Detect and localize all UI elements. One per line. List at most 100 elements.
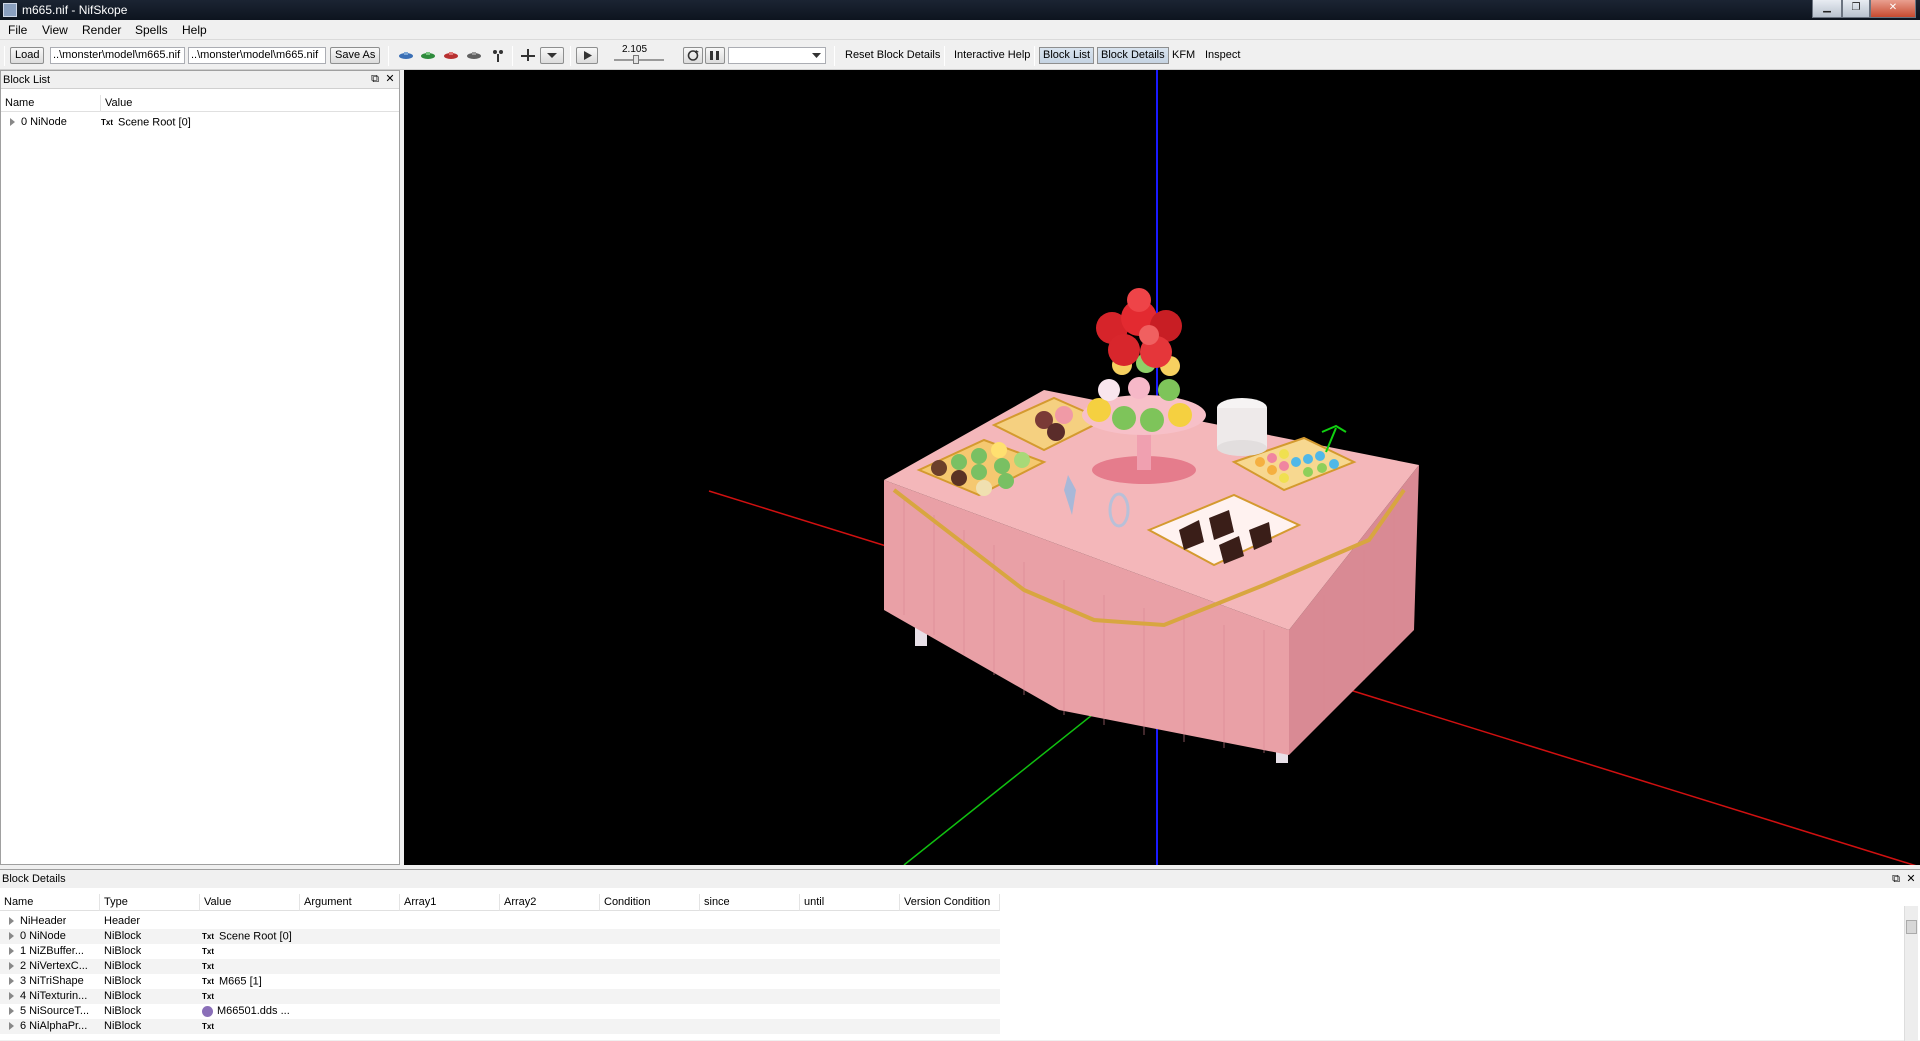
column-version-condition[interactable]: Version Condition [900, 894, 1000, 911]
table-row[interactable]: 2 NiVertexC... NiBlock Txt [0, 959, 1000, 974]
reset-block-details-button[interactable]: Reset Block Details [845, 49, 940, 61]
column-type[interactable]: Type [100, 894, 200, 911]
block-details-panel: Block Details ⧉ ✕ Name Type Value Argume… [0, 869, 1920, 1041]
column-array1[interactable]: Array1 [400, 894, 500, 911]
view-side-icon[interactable] [443, 48, 459, 62]
load-path-input[interactable]: ..\monster\model\m665.nif [50, 47, 185, 64]
inspect-button[interactable]: Inspect [1205, 49, 1240, 61]
row-type: NiBlock [104, 945, 142, 957]
table-row[interactable]: NiHeader Header [0, 914, 1000, 929]
block-details-header: Name Type Value Argument Array1 Array2 C… [0, 894, 1000, 911]
render-viewport[interactable] [404, 70, 1920, 865]
expand-arrow-icon[interactable] [9, 962, 14, 971]
table-row[interactable]: 6 NiAlphaPr... NiBlock Txt [0, 1019, 1000, 1034]
menu-render[interactable]: Render [82, 23, 121, 37]
expand-arrow-icon[interactable] [9, 992, 14, 1001]
loop-icon [687, 50, 699, 61]
row-type: NiBlock [104, 960, 142, 972]
expand-arrow-icon[interactable] [9, 1007, 14, 1016]
play-animation-button[interactable] [576, 47, 598, 64]
time-slider-handle[interactable] [633, 55, 639, 64]
row-name: 0 NiNode [21, 116, 67, 128]
dock-close-icon[interactable]: ✕ [384, 73, 396, 85]
kfm-button[interactable]: KFM [1172, 49, 1195, 61]
view-front-icon[interactable] [420, 48, 436, 62]
row-value: Scene Root [0] [118, 116, 191, 129]
table-row[interactable]: 4 NiTexturin... NiBlock Txt [0, 989, 1000, 1004]
load-button[interactable]: Load [10, 47, 45, 64]
menu-bar: File View Render Spells Help [0, 20, 1920, 40]
vertical-scrollbar[interactable] [1904, 906, 1918, 1041]
switch-icon [710, 51, 719, 60]
toolbar-separator [1034, 46, 1035, 66]
column-until[interactable]: until [800, 894, 900, 911]
column-name[interactable]: Name [0, 894, 100, 911]
row-type: NiBlock [104, 990, 142, 1002]
column-value[interactable]: Value [200, 894, 300, 911]
txt-icon: Txt [202, 992, 214, 1001]
axes-icon[interactable] [520, 48, 536, 62]
expand-arrow-icon[interactable] [9, 917, 14, 926]
walk-mode-icon[interactable] [490, 48, 506, 62]
menu-view[interactable]: View [42, 23, 68, 37]
row-name: NiHeader [20, 915, 67, 927]
column-name[interactable]: Name [1, 95, 101, 112]
expand-arrow-icon[interactable] [10, 118, 15, 127]
switch-button[interactable] [705, 47, 725, 64]
expand-arrow-icon[interactable] [9, 1022, 14, 1031]
block-details-toggle[interactable]: Block Details [1097, 47, 1169, 64]
expand-arrow-icon[interactable] [9, 947, 14, 956]
toolbar-separator [512, 46, 513, 66]
toolbar-separator [834, 46, 835, 66]
row-type: NiBlock [104, 1020, 142, 1032]
menu-spells[interactable]: Spells [135, 23, 168, 37]
dock-float-icon[interactable]: ⧉ [369, 73, 381, 85]
save-as-button[interactable]: Save As [330, 47, 381, 64]
dock-float-icon[interactable]: ⧉ [1890, 873, 1902, 885]
texture-icon [202, 1005, 213, 1017]
table-row[interactable]: 1 NiZBuffer... NiBlock Txt [0, 944, 1000, 959]
row-name: 5 NiSourceT... [20, 1005, 90, 1017]
app-icon [3, 3, 17, 17]
scrollbar-thumb[interactable] [1906, 920, 1917, 934]
view-menu-dropdown[interactable] [540, 47, 564, 64]
main-toolbar: Load ..\monster\model\m665.nif ..\monste… [0, 40, 1920, 70]
row-value: Scene Root [0] [219, 930, 292, 943]
save-path-input[interactable]: ..\monster\model\m665.nif [188, 47, 326, 64]
column-array2[interactable]: Array2 [500, 894, 600, 911]
row-name: 3 NiTriShape [20, 975, 84, 987]
tree-row-ninode[interactable]: 0 NiNode [10, 115, 67, 130]
menu-help[interactable]: Help [182, 23, 207, 37]
row-name: 1 NiZBuffer... [20, 945, 84, 957]
table-row[interactable]: 5 NiSourceT... NiBlock M66501.dds ... [0, 1004, 1000, 1019]
column-since[interactable]: since [700, 894, 800, 911]
time-slider[interactable] [614, 55, 664, 64]
expand-arrow-icon[interactable] [9, 977, 14, 986]
txt-icon: Txt [202, 977, 214, 986]
row-value: M66501.dds ... [217, 1005, 290, 1017]
column-value[interactable]: Value [101, 95, 399, 112]
row-name: 0 NiNode [20, 930, 66, 942]
time-value: 2.105 [622, 44, 648, 55]
block-list-panel: Block List ⧉ ✕ Name Value 0 NiNode Txt Sc… [0, 70, 400, 865]
row-name: 2 NiVertexC... [20, 960, 88, 972]
block-list-toggle[interactable]: Block List [1039, 47, 1095, 64]
minimize-button[interactable]: ▁ [1812, 0, 1842, 18]
toolbar-separator [570, 46, 571, 66]
column-condition[interactable]: Condition [600, 894, 700, 911]
block-list-title: Block List [1, 71, 399, 89]
expand-arrow-icon[interactable] [9, 932, 14, 941]
view-user-icon[interactable] [466, 48, 482, 62]
maximize-button[interactable]: ❐ [1842, 0, 1870, 18]
row-type: NiBlock [104, 975, 142, 987]
table-row[interactable]: 3 NiTriShape NiBlock Txt M665 [1] [0, 974, 1000, 989]
scene-render [708, 70, 1917, 865]
view-top-icon[interactable] [398, 48, 414, 62]
dock-close-icon[interactable]: ✕ [1905, 873, 1917, 885]
close-window-button[interactable]: ✕ [1870, 0, 1916, 18]
interactive-help-button[interactable]: Interactive Help [954, 49, 1030, 61]
loop-button[interactable] [683, 47, 703, 64]
table-row[interactable]: 0 NiNode NiBlock Txt Scene Root [0] [0, 929, 1000, 944]
menu-file[interactable]: File [8, 23, 27, 37]
column-argument[interactable]: Argument [300, 894, 400, 911]
